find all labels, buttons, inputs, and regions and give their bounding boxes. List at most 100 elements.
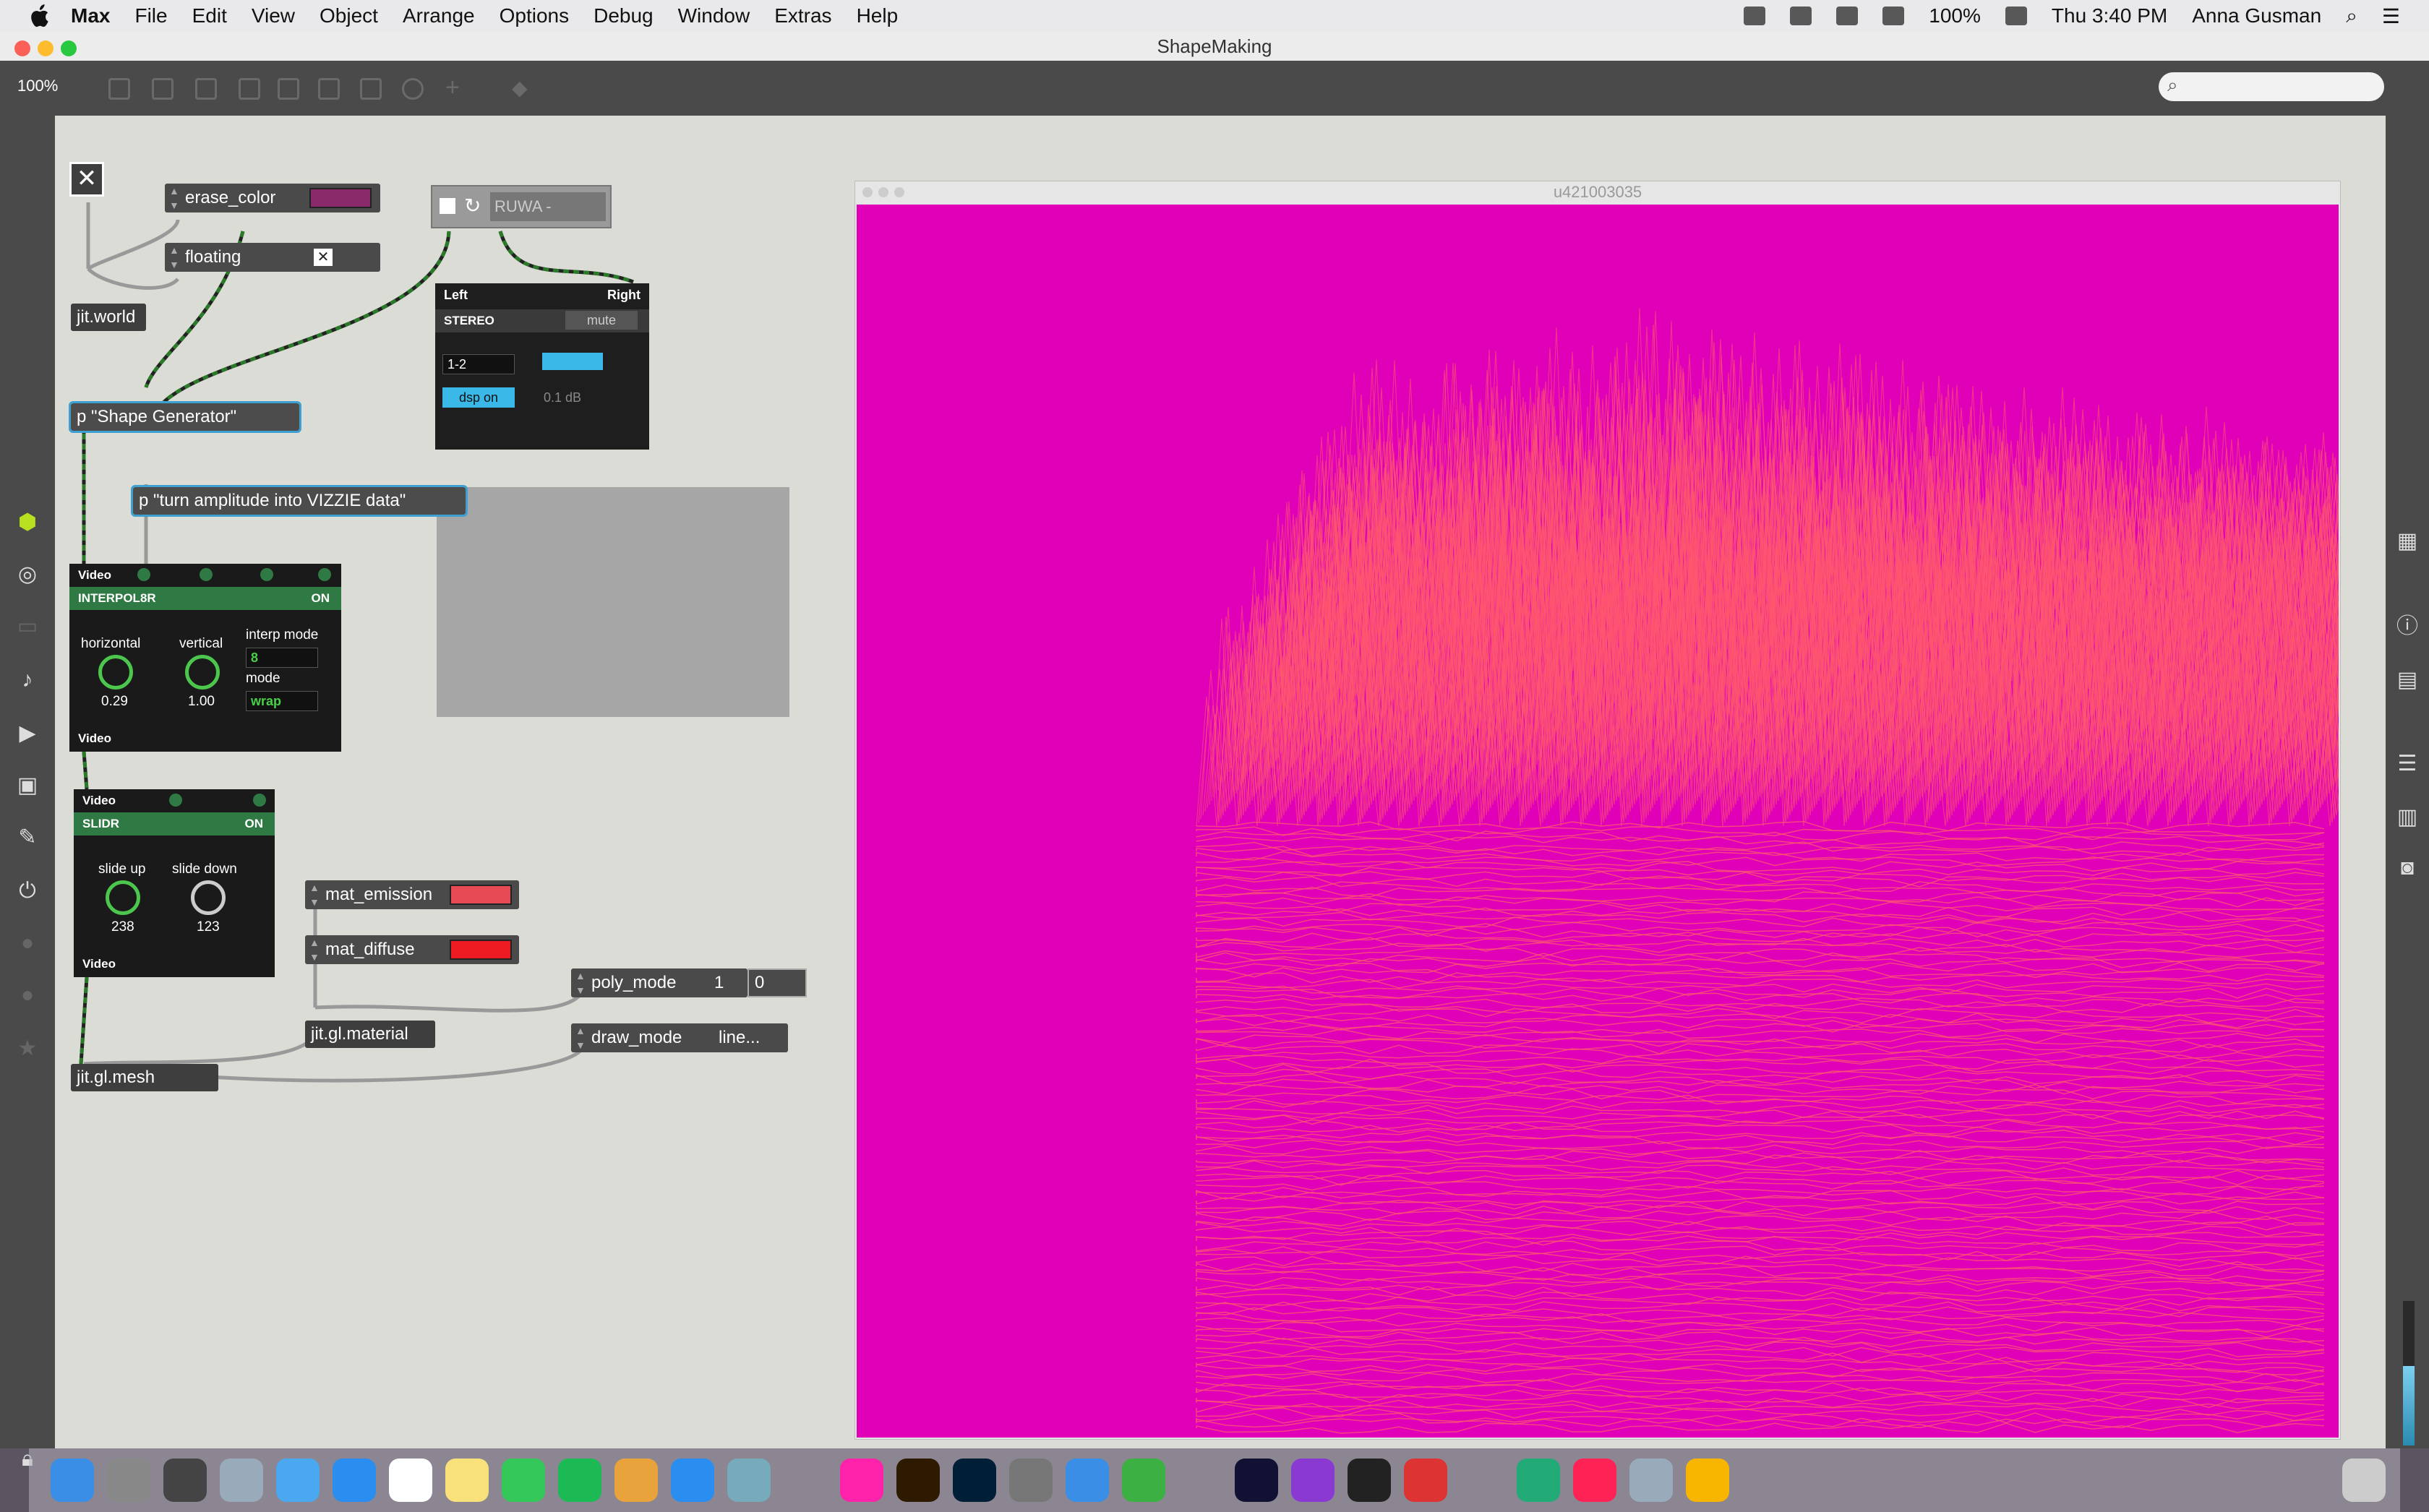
channel-select[interactable]: 1-2 <box>442 354 515 374</box>
photoshop-icon[interactable] <box>953 1459 996 1502</box>
menu-arrange[interactable]: Arrange <box>403 4 475 27</box>
menu-options[interactable]: Options <box>500 4 570 27</box>
comment-icon[interactable] <box>195 78 217 100</box>
menu-extras[interactable]: Extras <box>774 4 831 27</box>
amplitude-subpatch[interactable]: p "turn amplitude into VIZZIE data" <box>131 485 468 517</box>
app-store-icon[interactable] <box>333 1459 376 1502</box>
floating-checkbox[interactable]: ✕ <box>314 249 333 266</box>
menu-view[interactable]: View <box>252 4 295 27</box>
beap-icon[interactable]: ● <box>16 984 39 1006</box>
menu-object[interactable]: Object <box>320 4 378 27</box>
track-name[interactable]: RUWA - Scared ... <box>490 192 606 221</box>
spotlight-icon[interactable]: ⌕ <box>2346 4 2357 28</box>
sketchup-icon[interactable] <box>1404 1459 1447 1502</box>
slidr-state[interactable]: ON <box>245 817 264 831</box>
minimize-icon[interactable] <box>38 40 53 56</box>
horizontal-dial[interactable] <box>98 655 133 690</box>
numbers-icon[interactable] <box>1122 1459 1165 1502</box>
photos-icon[interactable] <box>840 1459 883 1502</box>
poly-mode-attr[interactable]: ▲ ▼ poly_mode 1 <box>571 968 747 997</box>
user-name[interactable]: Anna Gusman <box>2192 4 2321 27</box>
calendar-icon[interactable] <box>389 1459 432 1502</box>
patcher-icon[interactable] <box>108 78 130 100</box>
jit-world-object[interactable]: jit.world <box>71 304 146 331</box>
mat-diffuse-attr[interactable]: ▲ ▼ mat_diffuse <box>305 935 519 964</box>
max-msp-icon[interactable] <box>1291 1459 1335 1502</box>
mode-select[interactable]: wrap <box>246 691 318 711</box>
vizzie-icon[interactable]: ● <box>16 932 39 954</box>
camera-icon[interactable]: ◙ <box>2396 857 2419 879</box>
facetime-icon[interactable] <box>502 1459 545 1502</box>
safari-icon[interactable] <box>671 1459 714 1502</box>
volume-icon[interactable] <box>1882 7 1905 25</box>
clock[interactable]: Thu 3:40 PM <box>2052 4 2167 27</box>
inlet-dot[interactable] <box>318 568 331 581</box>
itunes-icon[interactable] <box>1573 1459 1616 1502</box>
star-icon[interactable]: ★ <box>16 1038 39 1060</box>
max-icon[interactable] <box>163 1459 207 1502</box>
add-icon[interactable]: + <box>445 75 467 100</box>
inlet-dot[interactable] <box>253 794 266 807</box>
menu-window[interactable]: Window <box>678 4 750 27</box>
unity-icon[interactable] <box>1348 1459 1391 1502</box>
mute-button[interactable]: mute <box>565 311 638 330</box>
plug-icon[interactable]: ⏻ <box>16 880 39 902</box>
poly-mode-value-1[interactable]: 1 <box>714 968 743 997</box>
render-window[interactable]: u421003035 <box>854 181 2341 1440</box>
jit-gl-material-object[interactable]: jit.gl.material <box>305 1021 435 1048</box>
notification-icon[interactable]: ☰ <box>2382 4 2400 28</box>
slider-icon[interactable] <box>360 78 382 100</box>
button-icon[interactable] <box>278 78 299 100</box>
close-icon[interactable] <box>14 40 30 56</box>
target-icon[interactable]: ◎ <box>16 564 39 585</box>
menu-help[interactable]: Help <box>857 4 899 27</box>
vertical-dial[interactable] <box>185 655 220 690</box>
quicktime-icon[interactable] <box>1517 1459 1560 1502</box>
slide-up-dial[interactable] <box>106 880 140 915</box>
render-minimize-icon[interactable] <box>878 187 888 197</box>
erase-color-swatch[interactable] <box>309 188 372 208</box>
audio-player[interactable]: ↻ RUWA - Scared ... <box>431 185 612 228</box>
menu-edit[interactable]: Edit <box>192 4 227 27</box>
draw-mode-attr[interactable]: ▲ ▼ draw_mode line... <box>571 1023 788 1052</box>
preview-icon[interactable] <box>727 1459 771 1502</box>
messages-icon[interactable] <box>276 1459 320 1502</box>
cube-icon[interactable]: ⬢ <box>16 512 39 533</box>
message-icon[interactable] <box>152 78 174 100</box>
image-icon[interactable]: ▣ <box>16 775 39 796</box>
jit-gl-mesh-object[interactable]: jit.gl.mesh <box>71 1064 218 1091</box>
reference-icon[interactable]: ▥ <box>2396 807 2419 828</box>
dropbox-icon[interactable] <box>1744 7 1766 25</box>
paint-bucket-icon[interactable]: ◆ <box>512 78 534 100</box>
render-view[interactable] <box>857 205 2339 1438</box>
battery-icon[interactable] <box>2005 7 2027 25</box>
paperclip-icon[interactable]: ✎ <box>16 827 39 849</box>
stop-icon[interactable] <box>440 198 455 214</box>
draw-mode-select[interactable]: line... <box>719 1023 784 1052</box>
render-maximize-icon[interactable] <box>894 187 904 197</box>
launchpad-icon[interactable] <box>220 1459 263 1502</box>
trash-icon[interactable] <box>2342 1459 2386 1502</box>
system-preferences-icon[interactable] <box>107 1459 150 1502</box>
mat-emission-swatch[interactable] <box>450 885 512 905</box>
inlet-dot[interactable] <box>137 568 150 581</box>
zoom-select[interactable]: 100% <box>17 77 58 95</box>
cinema4d-icon[interactable] <box>1235 1459 1278 1502</box>
keyboard-icon[interactable]: ▭ <box>16 616 39 637</box>
keynote-icon[interactable] <box>1066 1459 1109 1502</box>
media-icon[interactable]: ▶ <box>16 723 39 744</box>
floating-attr[interactable]: ▲ ▼ floating ✕ <box>165 243 380 272</box>
cloud-icon[interactable] <box>1790 7 1812 25</box>
mat-emission-attr[interactable]: ▲ ▼ mat_emission <box>305 880 519 909</box>
toggle-icon[interactable] <box>239 78 260 100</box>
erase-color-attr[interactable]: ▲ ▼ erase_color <box>165 184 380 212</box>
shape-generator-subpatch[interactable]: p "Shape Generator" <box>69 401 301 433</box>
wifi-icon[interactable] <box>1836 7 1859 25</box>
dial-icon[interactable] <box>402 78 424 100</box>
mat-diffuse-swatch[interactable] <box>450 940 512 960</box>
spotify-icon[interactable] <box>558 1459 601 1502</box>
render-close-icon[interactable] <box>862 187 873 197</box>
menu-debug[interactable]: Debug <box>594 4 654 27</box>
search-input[interactable]: ⌕ <box>2159 72 2384 101</box>
sketch-icon[interactable] <box>1686 1459 1729 1502</box>
